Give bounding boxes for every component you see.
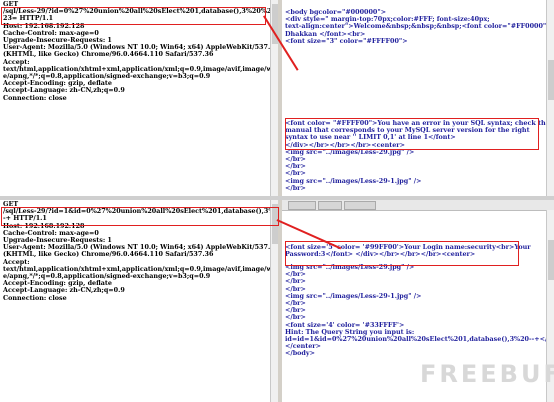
watermark: FREEBUF (420, 360, 554, 388)
code-line: (KHTML, like Gecko) Chrome/96.0.4664.110… (3, 50, 214, 59)
response-tab-bar (282, 200, 554, 211)
top-response-highlight (285, 118, 539, 150)
top-response-pane[interactable]: <body bgcolor="#000000"> <div style=" mar… (282, 0, 554, 196)
code-line: (KHTML, like Gecko) Chrome/96.0.4664.110… (3, 250, 214, 259)
bottom-request-scrollbar[interactable] (270, 200, 278, 402)
top-request-highlight (1, 7, 266, 25)
code-line: </br> (285, 183, 306, 192)
response-tab-2[interactable] (318, 201, 342, 210)
code-line: Connection: close (3, 93, 67, 102)
response-tab-1[interactable] (288, 201, 316, 210)
top-request-pane[interactable]: GET/sql/Less-29/?id=0%27%20union%20all%2… (0, 0, 278, 196)
code-line: <font size="3" color="#FFFF00"> (285, 36, 408, 45)
top-response-scrollbar[interactable] (546, 0, 554, 196)
bottom-response-highlight (285, 241, 519, 266)
response-tab-3[interactable] (344, 201, 376, 210)
code-line: Connection: close (3, 293, 67, 302)
code-line: id=id=1&id=0%27%20union%20all%20sElect%2… (285, 335, 554, 343)
bottom-request-pane[interactable]: GET/sql/Less-29/?id=1&id=0%27%20union%20… (0, 200, 278, 402)
bottom-request-highlight (1, 207, 279, 226)
code-line: </body> (285, 349, 315, 358)
